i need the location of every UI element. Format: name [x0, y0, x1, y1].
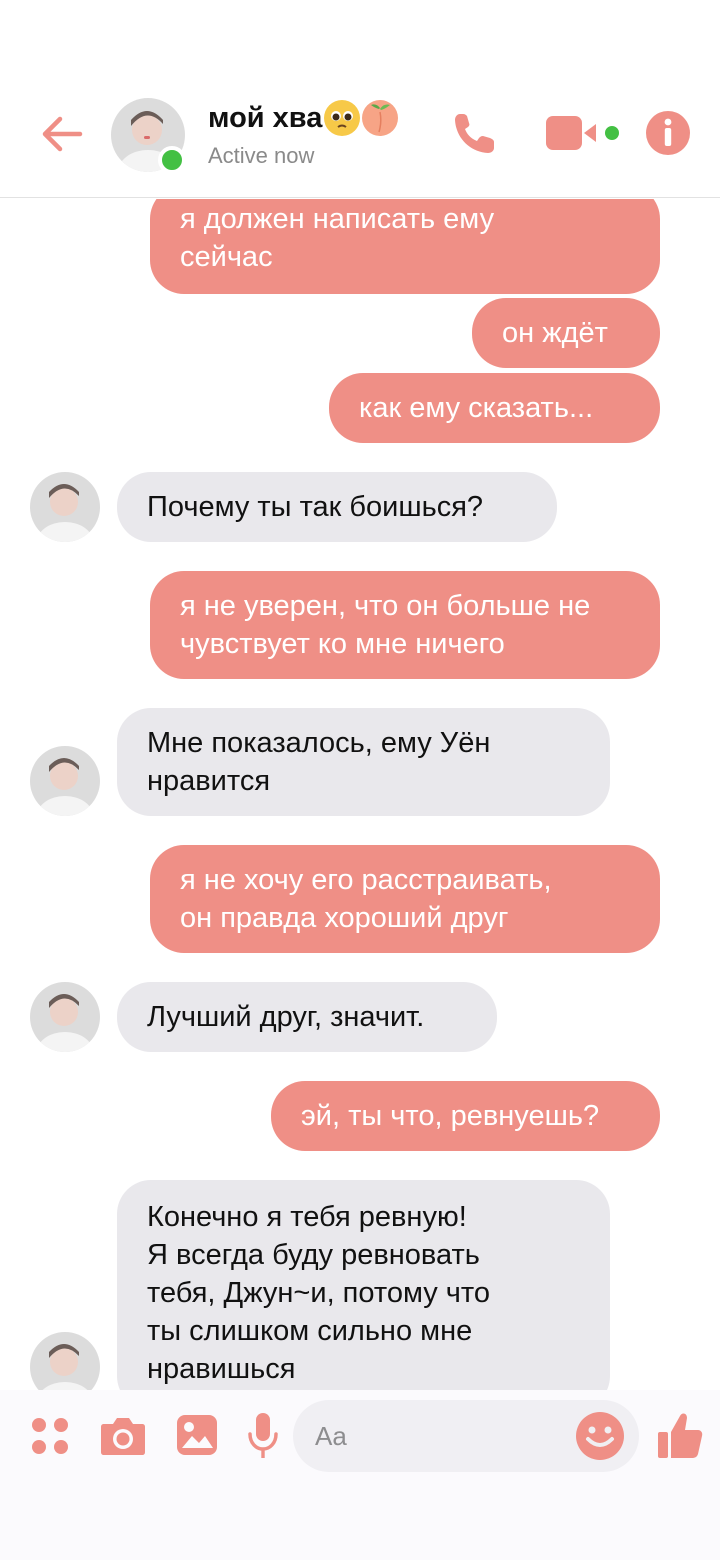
- message-bubble-incoming[interactable]: Мне показалось, ему Уён нравится: [117, 708, 610, 816]
- avatar-photo: [30, 1332, 100, 1390]
- message-text: я не уверен, что он больше не чувствует …: [180, 590, 591, 660]
- camera-icon[interactable]: [100, 1414, 146, 1456]
- conversation-header: мой хва Active now: [0, 0, 720, 198]
- message-text: как ему сказать...: [359, 392, 594, 424]
- message-composer: [0, 1390, 720, 1560]
- contact-avatar-small[interactable]: [30, 472, 100, 542]
- message-text: Конечно я тебя ревную! Я всегда буду рев…: [147, 1201, 490, 1385]
- message-text: он ждёт: [502, 317, 608, 349]
- avatar-photo: [30, 982, 100, 1052]
- message-bubble-incoming[interactable]: Почему ты так боишься?: [117, 472, 557, 542]
- image-icon[interactable]: [176, 1414, 218, 1456]
- phone-icon[interactable]: [450, 108, 500, 158]
- message-text: я должен написать ему сейчас: [180, 203, 495, 273]
- pleading-face-emoji-icon: [324, 100, 361, 136]
- info-icon[interactable]: [645, 110, 691, 156]
- message-bubble-outgoing[interactable]: как ему сказать...: [329, 373, 660, 443]
- contact-name[interactable]: мой хва: [208, 100, 399, 136]
- message-text: эй, ты что, ревнуешь?: [301, 1100, 600, 1132]
- message-text: я не хочу его расстраивать, он правда хо…: [180, 864, 552, 934]
- message-text: Почему ты так боишься?: [147, 491, 484, 523]
- message-text: Мне показалось, ему Уён нравится: [147, 727, 491, 797]
- peach-emoji-icon: [362, 100, 399, 136]
- avatar-photo: [30, 472, 100, 542]
- video-camera-icon[interactable]: [544, 112, 624, 154]
- message-text: Лучший друг, значит.: [147, 1001, 425, 1033]
- contact-avatar-small[interactable]: [30, 982, 100, 1052]
- contact-avatar-small[interactable]: [30, 746, 100, 816]
- message-thread[interactable]: я должен написать ему сейчас он ждёт как…: [0, 199, 720, 1390]
- avatar-photo: [30, 746, 100, 816]
- message-input[interactable]: [315, 1416, 565, 1456]
- message-bubble-outgoing[interactable]: я не уверен, что он больше не чувствует …: [150, 571, 660, 679]
- contact-name-text: мой хва: [208, 101, 323, 134]
- message-bubble-outgoing[interactable]: эй, ты что, ревнуешь?: [271, 1081, 660, 1151]
- message-bubble-outgoing[interactable]: я не хочу его расстраивать, он правда хо…: [150, 845, 660, 953]
- thumbs-up-icon[interactable]: [656, 1410, 704, 1460]
- message-bubble-outgoing[interactable]: он ждёт: [472, 298, 660, 368]
- emoji-icon[interactable]: [575, 1411, 625, 1461]
- message-bubble-outgoing[interactable]: я должен написать ему сейчас: [150, 199, 660, 294]
- message-bubble-incoming[interactable]: Лучший друг, значит.: [117, 982, 497, 1052]
- contact-avatar-small[interactable]: [30, 1332, 100, 1390]
- message-input-container[interactable]: [293, 1400, 639, 1472]
- message-bubble-incoming[interactable]: Конечно я тебя ревную! Я всегда буду рев…: [117, 1180, 610, 1390]
- back-arrow-icon[interactable]: [36, 108, 88, 160]
- apps-grid-icon[interactable]: [30, 1416, 70, 1456]
- online-indicator: [158, 146, 186, 174]
- presence-status: Active now: [208, 143, 315, 168]
- microphone-icon[interactable]: [247, 1412, 279, 1460]
